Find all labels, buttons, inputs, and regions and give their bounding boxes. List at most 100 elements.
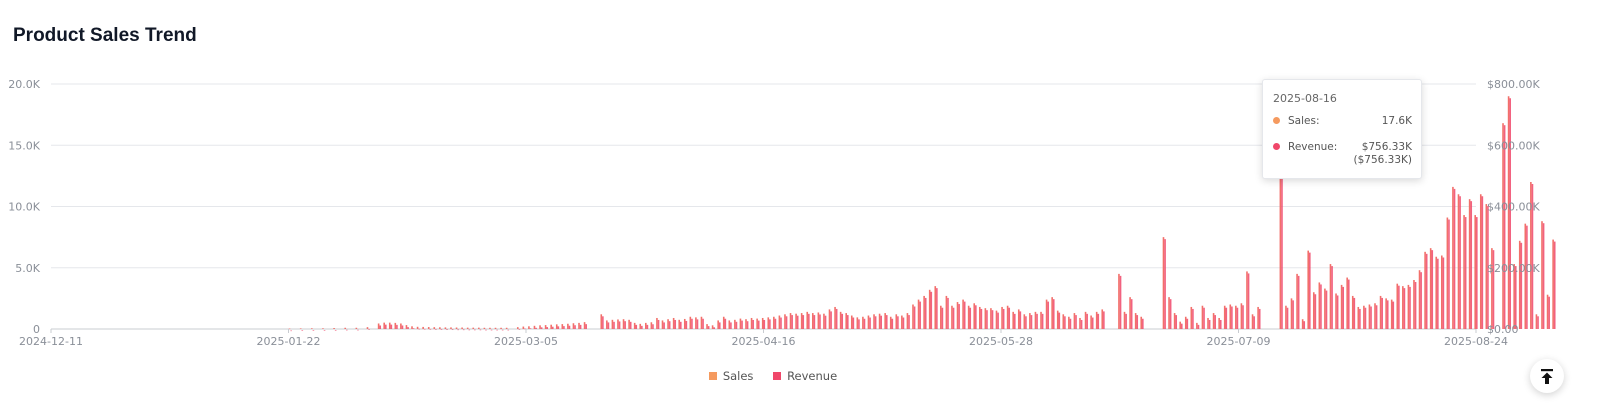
bar-sales <box>973 303 976 329</box>
bar-revenue <box>947 297 949 329</box>
bar-sales <box>622 319 625 329</box>
bar-sales <box>633 322 636 329</box>
bar-sales <box>394 322 397 329</box>
bar-sales <box>433 327 436 329</box>
legend-item-revenue[interactable]: Revenue <box>773 369 837 383</box>
bar-sales <box>722 316 725 329</box>
bar-revenue <box>501 329 504 331</box>
bar-revenue <box>1325 290 1328 329</box>
bar-revenue <box>835 308 838 329</box>
x-tick-label: 2025-03-05 <box>494 335 558 348</box>
bar-revenue <box>1069 318 1072 329</box>
bar-revenue <box>1398 285 1400 329</box>
bar-revenue <box>474 329 476 331</box>
bar-sales <box>1385 298 1387 329</box>
chart-tooltip: 2025-08-16 Sales: 17.6K Revenue: $756.33… <box>1262 79 1422 179</box>
bar-sales <box>528 326 530 329</box>
back-to-top-button[interactable] <box>1530 359 1564 393</box>
bar-revenue <box>774 318 777 329</box>
bar-sales <box>383 322 385 329</box>
bar-revenue <box>1548 296 1550 329</box>
bar-revenue <box>941 307 944 329</box>
bar-revenue <box>1386 300 1389 329</box>
bar-revenue <box>407 327 409 329</box>
bar-revenue <box>1247 273 1250 329</box>
bar-revenue <box>1359 308 1361 329</box>
bar-revenue <box>1320 284 1322 329</box>
bar-sales <box>299 328 302 329</box>
bar-revenue <box>479 329 482 331</box>
bar-revenue <box>602 316 604 329</box>
bar-revenue <box>557 326 560 329</box>
bar-revenue <box>1481 196 1484 329</box>
bar-revenue <box>485 329 487 331</box>
bar-revenue <box>1136 315 1139 329</box>
bar-revenue <box>618 321 621 329</box>
bar-revenue <box>730 322 732 329</box>
bar-revenue <box>1164 239 1166 329</box>
bar-revenue <box>1225 307 1228 329</box>
legend-swatch-sales <box>708 372 717 380</box>
bar-sales <box>472 327 475 329</box>
bar-sales <box>940 305 942 329</box>
bar-sales <box>311 328 313 329</box>
bar-sales <box>539 325 541 329</box>
bar-revenue <box>657 319 660 329</box>
bar-sales <box>600 314 603 329</box>
bar-revenue <box>668 321 671 329</box>
bar-sales <box>834 306 836 329</box>
y-tick-right: $800.00K <box>1487 78 1540 91</box>
bar-sales <box>1240 303 1243 329</box>
bar-sales <box>667 319 669 329</box>
bar-sales <box>322 328 324 329</box>
bar-revenue <box>1509 98 1511 329</box>
tooltip-row-revenue: Revenue: $756.33K ($756.33K) <box>1273 141 1412 166</box>
bar-revenue <box>1097 313 1100 329</box>
bar-revenue <box>529 328 532 329</box>
x-tick-label: 2025-01-22 <box>257 335 321 348</box>
bar-revenue <box>930 291 933 329</box>
bar-sales <box>706 324 708 329</box>
bar-sales <box>494 327 497 329</box>
bar-sales <box>784 314 786 329</box>
bar-revenue <box>791 315 793 329</box>
y-tick-right: $600.00K <box>1487 139 1540 152</box>
bar-sales <box>1546 294 1549 329</box>
x-tick-label: 2025-05-28 <box>969 335 1033 348</box>
bar-sales <box>533 325 536 329</box>
bar-sales <box>1123 311 1126 329</box>
bar-sales <box>761 317 764 329</box>
bar-sales <box>1552 239 1554 329</box>
bar-sales <box>1468 199 1471 329</box>
bar-sales <box>561 324 564 329</box>
bar-revenue <box>446 329 448 331</box>
bar-sales <box>962 299 964 329</box>
bar-sales <box>1351 295 1354 329</box>
bar-revenue <box>702 318 704 329</box>
bar-sales <box>1045 299 1048 329</box>
tooltip-dot-sales <box>1273 117 1280 124</box>
bar-revenue <box>1019 311 1022 329</box>
bar-revenue <box>412 328 415 329</box>
bar-revenue <box>551 326 554 329</box>
bar-revenue <box>1342 286 1345 329</box>
bar-revenue <box>969 307 972 329</box>
tooltip-date: 2025-08-16 <box>1273 92 1337 105</box>
bar-revenue <box>334 330 337 331</box>
bar-sales <box>839 311 842 329</box>
tooltip-sales-label: Sales: <box>1288 115 1320 127</box>
bar-revenue <box>830 311 832 329</box>
bar-sales <box>717 320 719 329</box>
bar-sales <box>995 310 998 329</box>
legend-item-sales[interactable]: Sales <box>708 369 753 383</box>
bar-revenue <box>1303 321 1306 329</box>
bar-revenue <box>1197 324 1200 329</box>
bar-revenue <box>507 329 510 331</box>
bar-sales <box>1329 264 1332 329</box>
bar-sales <box>1446 217 1449 329</box>
bar-sales <box>1418 270 1421 329</box>
bar-revenue <box>1103 311 1105 329</box>
bar-sales <box>416 326 419 329</box>
bar-revenue <box>813 315 816 329</box>
bar-sales <box>1307 250 1310 329</box>
